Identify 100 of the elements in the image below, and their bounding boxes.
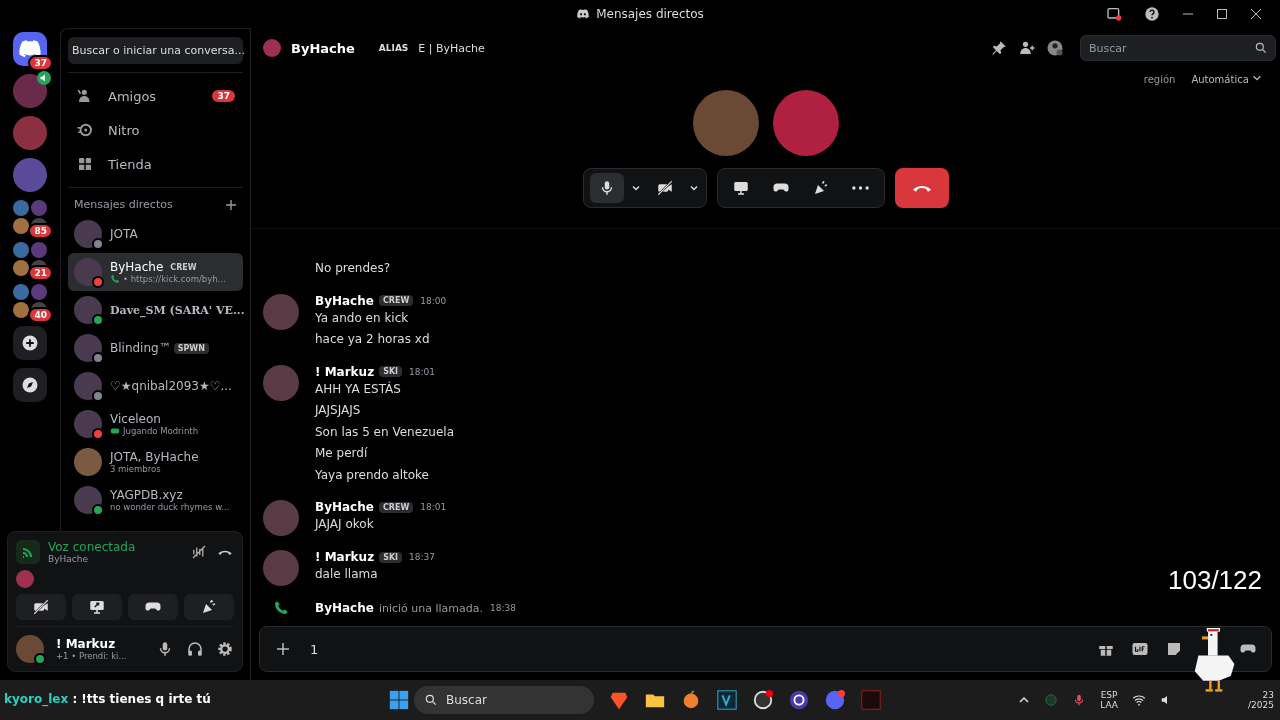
dm-item[interactable]: YAGPDB.xyz no wonder duck rhymes w...	[68, 481, 243, 519]
camera-off-button[interactable]	[16, 594, 66, 620]
author-name[interactable]: ByHache	[315, 293, 374, 308]
noise-suppression-icon[interactable]	[190, 543, 208, 561]
channel-name: ByHache	[291, 40, 355, 56]
dm-item[interactable]: ♡★qnibal2093★♡...	[68, 367, 243, 405]
nav-item[interactable]: Amigos 37	[68, 79, 243, 113]
screen-share-button[interactable]	[72, 594, 122, 620]
section-heading: Mensajes directos	[74, 198, 173, 211]
sticker-icon[interactable]	[1165, 640, 1183, 658]
windows-start-icon[interactable]	[388, 689, 410, 711]
letter-tile-icon[interactable]	[716, 689, 738, 711]
author-name[interactable]: ! Markuz	[315, 364, 375, 379]
nav-item[interactable]: Nitro	[68, 113, 243, 147]
participant-avatar	[16, 570, 34, 588]
dm-item[interactable]: ByHache CREW • https://kick.com/byh...	[68, 253, 243, 291]
microphone-button[interactable]	[589, 173, 624, 203]
system-message: inició una llamada.	[378, 601, 484, 615]
explore-button[interactable]	[13, 368, 47, 402]
activity-button[interactable]	[128, 594, 178, 620]
status-dot	[34, 653, 46, 665]
dm-item[interactable]: Dave_SM (SARA' VE...	[68, 291, 243, 329]
clan-tag: SKI	[379, 551, 403, 563]
add-server-button[interactable]	[13, 326, 47, 360]
timestamp: 18:01	[409, 366, 435, 377]
wifi-icon[interactable]	[1132, 693, 1146, 707]
help-icon[interactable]	[1144, 6, 1160, 22]
add-icon[interactable]	[225, 198, 237, 211]
maximize-icon[interactable]	[1216, 8, 1228, 20]
dm-item[interactable]: Blinding™ SPWN	[68, 329, 243, 367]
message-text: JAJAJ okok	[315, 516, 375, 533]
unread-badge: 37	[28, 55, 53, 71]
profile-icon[interactable]	[1046, 39, 1064, 57]
user-avatar	[263, 364, 299, 401]
dm-name: Dave_SM (SARA' VE...	[110, 303, 245, 317]
author-name[interactable]: ! Markuz	[315, 550, 375, 564]
soundboard-button[interactable]	[184, 594, 234, 620]
author-name[interactable]: ByHache	[315, 601, 374, 615]
message-composer[interactable]: 1	[259, 626, 1272, 672]
avatar	[74, 448, 102, 476]
voice-channel: ByHache	[48, 554, 89, 564]
dm-item[interactable]: JOTA, ByHache 3 miembros	[68, 443, 243, 481]
message-text: dale llama	[315, 566, 379, 583]
settings-icon[interactable]	[216, 640, 234, 658]
server-icon[interactable]	[13, 74, 47, 108]
more-icon	[852, 186, 869, 190]
user-name: ! Markuz	[56, 637, 117, 651]
discord-logo-icon	[576, 7, 591, 21]
close-icon[interactable]	[1250, 8, 1262, 20]
avatar	[74, 296, 102, 324]
add-friend-icon[interactable]	[1018, 39, 1036, 57]
window-title: Mensajes directos	[596, 7, 704, 21]
timestamp: 18:00	[420, 295, 447, 306]
hang-up-button[interactable]	[894, 168, 949, 208]
search-field[interactable]: Buscar	[1080, 35, 1276, 61]
user-activity: +1 • Prendi: ki...	[56, 651, 128, 661]
keyboard-layout[interactable]: LAA	[1100, 700, 1118, 710]
dm-name: JOTA	[110, 227, 138, 241]
compass-icon	[21, 376, 39, 394]
message-input[interactable]: 1	[308, 640, 1081, 658]
taskbar-search-field[interactable]: Buscar	[414, 686, 594, 714]
nitro-icon	[76, 121, 94, 139]
pin-icon[interactable]	[990, 39, 1008, 57]
chevron-down-icon	[1252, 73, 1262, 83]
search-conversation-button[interactable]: Buscar o iniciar una conversa...	[68, 37, 243, 64]
user-avatar	[16, 635, 44, 663]
phone-icon	[273, 600, 289, 616]
inbox-icon[interactable]	[1106, 6, 1122, 22]
search-icon	[424, 693, 438, 707]
author-name[interactable]: ByHache	[315, 500, 374, 514]
region-dropdown[interactable]: Automática	[1185, 72, 1268, 86]
shop-icon	[76, 155, 94, 173]
language-code[interactable]: ESP	[1100, 690, 1118, 700]
nav-item[interactable]: Tienda	[68, 147, 243, 181]
record-circle-icon[interactable]	[752, 689, 774, 711]
discord-icon[interactable]	[824, 689, 846, 711]
dm-subtitle: no wonder duck rhymes w...	[110, 502, 230, 512]
clan-tag: CREW	[378, 295, 414, 306]
clan-tag: CREW	[378, 501, 414, 513]
dm-item[interactable]: JOTA	[68, 215, 243, 253]
gif-icon[interactable]	[1131, 640, 1149, 658]
screen-share-icon	[731, 179, 750, 197]
dm-name: ♡★qnibal2093★♡...	[110, 379, 232, 393]
direct-messages-button[interactable]	[13, 32, 47, 66]
add-icon[interactable]	[274, 640, 292, 658]
dm-subtitle: • https://kick.com/byh...	[123, 274, 226, 284]
clan-tag: SPWN	[173, 342, 209, 354]
message-text: hace ya 2 horas xd	[315, 331, 431, 348]
header-avatar	[263, 39, 281, 57]
clock-date: /2025	[1248, 700, 1274, 710]
dm-item[interactable]: Viceleon Jugando Modrinth	[68, 405, 243, 443]
add-icon	[21, 334, 39, 352]
stream-chat-message: kyoro_lex : !tts tienes q irte tú	[4, 692, 211, 706]
ring-icon[interactable]	[788, 689, 810, 711]
avatar	[74, 220, 102, 248]
headphones-icon[interactable]	[186, 640, 204, 658]
count-badge: 37	[212, 90, 235, 102]
message-text: No prendes?	[315, 260, 391, 277]
timestamp: 18:38	[490, 603, 516, 613]
clock-time: 23	[1262, 690, 1274, 700]
